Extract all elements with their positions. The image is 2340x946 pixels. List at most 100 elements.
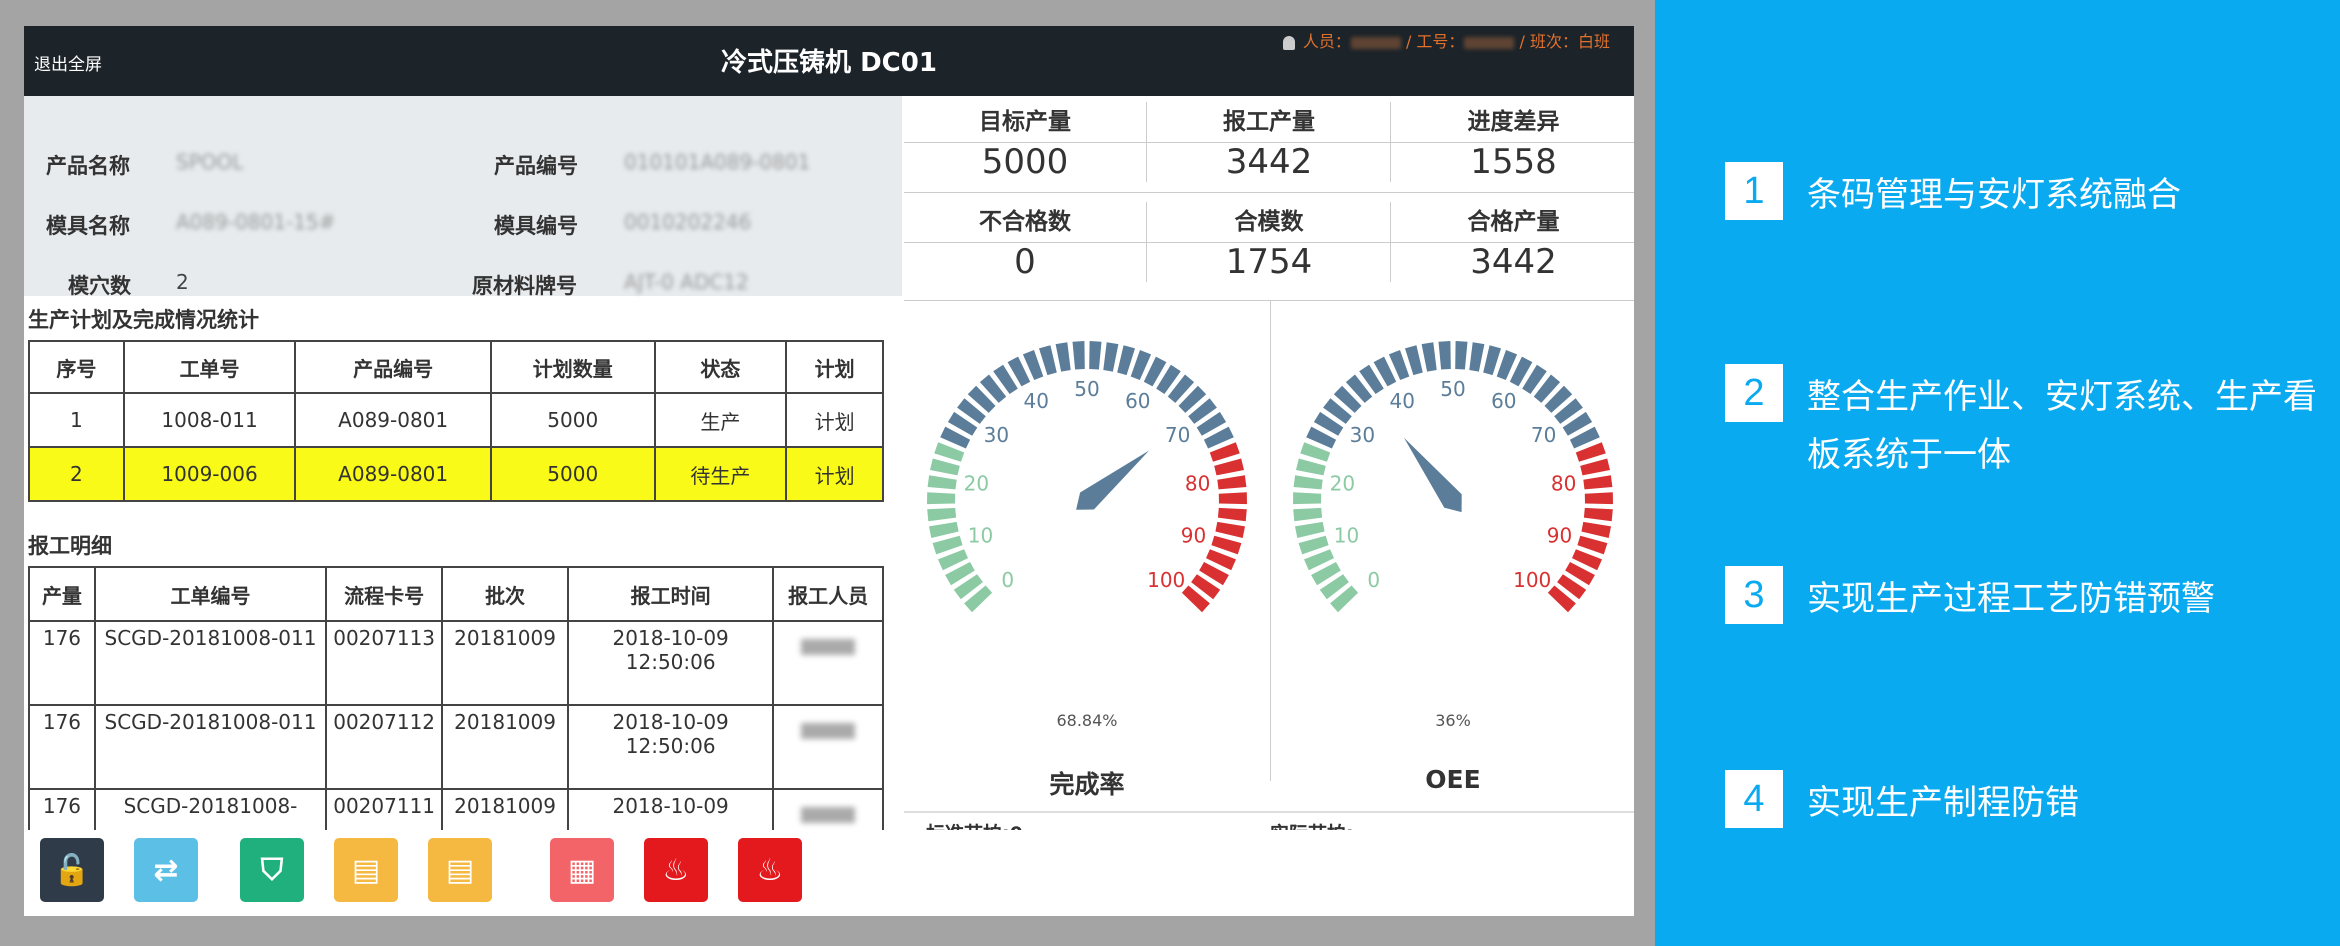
- plan-header-cell: 计划: [785, 340, 884, 394]
- toolbar-button-6[interactable]: ▦换模操作: [550, 838, 614, 902]
- gauge-segment: [1218, 492, 1247, 505]
- stat-reported-value: 3442: [1225, 142, 1313, 182]
- toolbar-button-7[interactable]: ♨异常提报: [644, 838, 708, 902]
- toolbar-button-3[interactable]: ⛉质检取样: [240, 838, 304, 902]
- toolbar-button-2[interactable]: ⇄交接班: [134, 838, 198, 902]
- report-row[interactable]: 176 SCGD-20181008-011 00207113 20181009 2018…: [28, 620, 884, 706]
- app-frame: 退出全屏 冷式压铸机 DC01 人员： / 工号： / 班次：白班 产品名称 S…: [0, 0, 1655, 946]
- plan-cell: 计划: [785, 446, 884, 502]
- plan-cell: 2: [28, 446, 125, 502]
- gauge-segment: [1039, 345, 1057, 376]
- gauge-segment: [1117, 345, 1135, 376]
- gauge-segment: [1072, 341, 1085, 370]
- product-code-value: 010101A089-0801: [624, 150, 811, 174]
- stat-divider: [904, 142, 1634, 143]
- reporter-name-redacted: [801, 807, 856, 823]
- gauge-tick-label: 80: [1185, 472, 1210, 496]
- gauge-tick-label: 10: [968, 524, 993, 548]
- gauge-tick-label: 0: [1001, 568, 1014, 592]
- plan-header-cell: 产品编号: [294, 340, 492, 394]
- gauge-tick-label: 30: [1350, 423, 1375, 447]
- toolbar-button-5[interactable]: ▤工艺文档测试: [428, 838, 492, 902]
- shift-label: / 班次：白班: [1519, 32, 1610, 51]
- mold-name-value: A089-0801-15#: [176, 210, 336, 234]
- toolbar-button-8[interactable]: ♨设备点检: [738, 838, 802, 902]
- gauge-tick-label: 100: [1147, 568, 1185, 592]
- report-cell: 2018-10-09 12:50:06: [567, 620, 775, 706]
- gauge-segment: [1293, 507, 1323, 522]
- toolbar-button-1[interactable]: 🔓生产报工: [40, 838, 104, 902]
- gauge-segment: [1089, 341, 1102, 370]
- completion-gauge-title: 完成率: [1049, 770, 1125, 799]
- stat-diff-value: 1558: [1470, 142, 1557, 182]
- report-section-title: 报工明细: [28, 534, 112, 558]
- report-header-cell: 产量: [28, 566, 96, 622]
- document-icon: ▤: [428, 838, 492, 902]
- unlock-icon: 🔓: [40, 838, 104, 902]
- report-header-cell: 流程卡号: [325, 566, 444, 622]
- gauge-tick-label: 70: [1165, 423, 1190, 447]
- gauge-segment: [1103, 342, 1119, 372]
- reporter-cell: [772, 620, 884, 706]
- report-cell: SCGD-20181008-011: [93, 620, 328, 706]
- gauge-tick-label: 40: [1389, 389, 1414, 413]
- oee-gauge: 0 10 20 30 40 50 60 70 80 90 100: [1293, 341, 1613, 613]
- toolbar-button-label: 设备点检: [708, 914, 832, 916]
- gauge-tick-label: 60: [1125, 389, 1150, 413]
- feature-text: 条码管理与安灯系统融合: [1807, 175, 2181, 215]
- reporter-cell: [772, 704, 884, 790]
- plan-cell: A089-0801: [294, 446, 492, 502]
- report-row[interactable]: 176 SCGD-20181008-011 00207112 20181009 2018…: [28, 704, 884, 790]
- stat-mold-label: 合模数: [1234, 209, 1304, 235]
- grid-icon: ▦: [550, 838, 614, 902]
- plan-row[interactable]: 1 1008-011 A089-0801 5000 生产 计划: [28, 392, 884, 448]
- gauge-segment: [1583, 475, 1613, 490]
- gauge-needle: [1404, 437, 1462, 513]
- gauge-tick-label: 100: [1513, 568, 1551, 592]
- user-info: 人员： / 工号： / 班次：白班: [1282, 28, 1610, 52]
- oee-gauge-title: OEE: [1425, 765, 1481, 794]
- gauge-tick-label: 40: [1023, 389, 1048, 413]
- gauge-tick-label: 50: [1440, 377, 1465, 401]
- report-cell: 2018-10-09 12:50:06: [567, 704, 775, 790]
- gauge-segment: [1055, 342, 1071, 372]
- toolbar-button-4[interactable]: ▤工艺文档: [334, 838, 398, 902]
- kanban-screen: 退出全屏 冷式压铸机 DC01 人员： / 工号： / 班次：白班 产品名称 S…: [24, 26, 1634, 916]
- gauge-segment: [1455, 341, 1468, 370]
- report-table: 产量 工单编号 流程卡号 批次 报工时间 报工人员 176 SCGD-20181008-01…: [28, 566, 884, 874]
- gauge-tick-label: 70: [1531, 423, 1556, 447]
- report-cell: 176: [28, 704, 96, 790]
- gauge-segment: [1217, 475, 1247, 490]
- gauge-tick-label: 0: [1367, 568, 1380, 592]
- feature-panel: 1 条码管理与安灯系统融合 2 整合生产作业、安灯系统、生产看板系统于一体 3 …: [1655, 0, 2340, 946]
- person-label: 人员：: [1302, 32, 1351, 51]
- gauge-segment: [1438, 341, 1451, 370]
- product-name-label: 产品名称: [46, 154, 130, 178]
- stat-defect-label: 不合格数: [979, 209, 1071, 235]
- fire-icon: ♨: [644, 838, 708, 902]
- gauge-segment: [1581, 521, 1611, 538]
- jobno-label: / 工号：: [1405, 32, 1465, 51]
- plan-table: 序号 工单号 产品编号 计划数量 状态 计划 1 1008-011 A089-0801 5000…: [28, 340, 884, 502]
- stat-defect-value: 0: [1014, 242, 1036, 282]
- mold-name-label: 模具名称: [46, 214, 130, 238]
- gauge-segment: [1583, 507, 1613, 522]
- plan-header-cell: 序号: [28, 340, 125, 394]
- report-header-cell: 报工人员: [772, 566, 884, 622]
- gauge-tick-label: 60: [1491, 389, 1516, 413]
- stat-target-value: 5000: [981, 142, 1069, 182]
- stat-divider: [904, 192, 1634, 193]
- plan-cell: 生产: [653, 392, 788, 448]
- person-name-redacted: [1350, 36, 1401, 49]
- gauge-segment: [927, 507, 957, 522]
- material-value: AJT-0 ADC12: [624, 270, 749, 294]
- report-cell: 00207113: [325, 620, 444, 706]
- feature-text: 实现生产制程防错: [1807, 783, 2079, 823]
- plan-row[interactable]: 2 1009-006 A089-0801 5000 待生产 计划: [28, 446, 884, 502]
- plan-section-title: 生产计划及完成情况统计: [28, 308, 259, 332]
- stat-divider: [904, 242, 1634, 243]
- completion-percent: 68.84%: [1056, 711, 1118, 730]
- feature-text: 整合生产作业、安灯系统、生产看板系统于一体: [1807, 377, 2317, 475]
- product-code-label: 产品编号: [494, 154, 578, 178]
- gauge-tick-label: 30: [984, 423, 1009, 447]
